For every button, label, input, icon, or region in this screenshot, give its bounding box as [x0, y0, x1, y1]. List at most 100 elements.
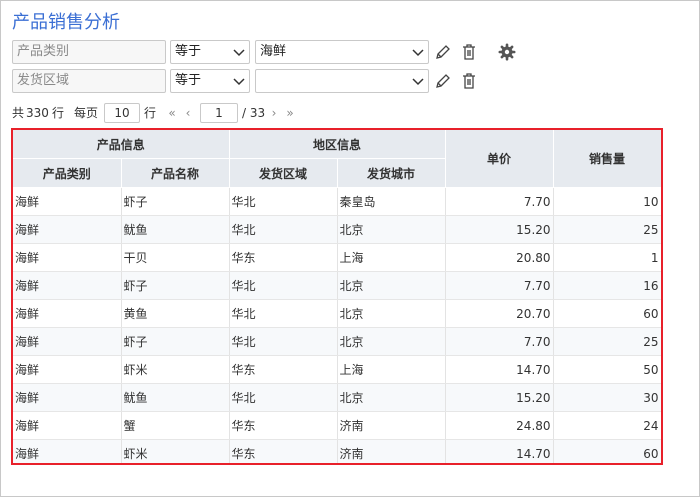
last-page-icon[interactable]: » [284, 102, 296, 124]
cell-sales-volume: 25 [553, 327, 661, 356]
sales-table-container: 产品信息 地区信息 单价 销售量 产品类别 产品名称 发货区域 发货城市 海鲜虾… [11, 128, 663, 465]
first-page-icon[interactable]: « [166, 102, 178, 124]
prev-page-icon[interactable]: ‹ [182, 102, 194, 124]
chevron-down-icon [233, 78, 245, 86]
cell-ship-region: 华东 [229, 411, 338, 440]
cell-unit-price: 7.70 [445, 327, 554, 356]
header-unit-price[interactable]: 单价 [445, 130, 554, 188]
cell-sales-volume: 60 [553, 299, 661, 328]
cell-product-name: 虾米 [121, 439, 230, 463]
cell-sales-volume: 24 [553, 411, 661, 440]
filter-operator-region[interactable]: 等于 [170, 69, 250, 93]
filter-value-region[interactable] [255, 69, 429, 93]
pager-per-page-label: 每页 [74, 106, 99, 120]
cell-unit-price: 7.70 [445, 271, 554, 300]
cell-ship-city: 济南 [337, 411, 446, 440]
cell-unit-price: 14.70 [445, 439, 554, 463]
filter-field-category[interactable]: 产品类别 [12, 40, 166, 64]
cell-ship-region: 华北 [229, 327, 338, 356]
cell-unit-price: 20.80 [445, 243, 554, 272]
table-row[interactable]: 海鲜 虾子 华北 北京 7.70 16 [13, 271, 661, 300]
cell-ship-city: 秦皇岛 [337, 187, 446, 216]
cell-product-name: 虾子 [121, 327, 230, 356]
cell-sales-volume: 50 [553, 355, 661, 384]
table-row[interactable]: 海鲜 虾米 华东 济南 14.70 60 [13, 439, 661, 463]
cell-product-category: 海鲜 [13, 411, 122, 440]
filter-operator-category[interactable]: 等于 [170, 40, 250, 64]
operator-label: 等于 [175, 73, 202, 88]
cell-ship-region: 华北 [229, 299, 338, 328]
table-row[interactable]: 海鲜 鱿鱼 华北 北京 15.20 30 [13, 383, 661, 412]
pager-total: 330 [26, 106, 49, 120]
table-row[interactable]: 海鲜 虾子 华北 北京 7.70 25 [13, 327, 661, 356]
cell-ship-region: 华北 [229, 187, 338, 216]
cell-product-name: 鱿鱼 [121, 215, 230, 244]
cell-sales-volume: 30 [553, 383, 661, 412]
pager-per-page-unit: 行 [144, 106, 157, 120]
pencil-icon[interactable] [434, 72, 452, 90]
cell-sales-volume: 25 [553, 215, 661, 244]
cell-product-category: 海鲜 [13, 243, 122, 272]
cell-product-category: 海鲜 [13, 187, 122, 216]
group-header-product: 产品信息 [13, 130, 230, 159]
cell-product-name: 干贝 [121, 243, 230, 272]
chevron-down-icon [412, 78, 424, 86]
cell-unit-price: 7.70 [445, 187, 554, 216]
cell-ship-city: 北京 [337, 299, 446, 328]
table-body: 海鲜 虾子 华北 秦皇岛 7.70 10 海鲜 鱿鱼 华北 北京 15.20 25 海鲜 干贝 华东 上海 20… [13, 187, 661, 463]
table-row[interactable]: 海鲜蟹华东 济南 24.80 24 [13, 411, 661, 440]
trash-icon[interactable] [460, 72, 478, 90]
filter-value-category[interactable]: 海鲜 [255, 40, 429, 64]
pager-total-prefix: 共 [12, 106, 25, 120]
cell-product-category: 海鲜 [13, 439, 122, 463]
header-sales-volume[interactable]: 销售量 [553, 130, 661, 188]
table-row[interactable]: 海鲜 干贝 华东 上海 20.80 1 [13, 243, 661, 272]
cell-sales-volume: 60 [553, 439, 661, 463]
group-header-region: 地区信息 [229, 130, 446, 159]
cell-product-category: 海鲜 [13, 383, 122, 412]
table-row[interactable]: 海鲜 鱿鱼 华北 北京 15.20 25 [13, 215, 661, 244]
cell-unit-price: 15.20 [445, 383, 554, 412]
cell-product-name: 虾子 [121, 187, 230, 216]
per-page-input[interactable]: 10 [104, 103, 140, 123]
table-row[interactable]: 海鲜 黄鱼 华北 北京 20.70 60 [13, 299, 661, 328]
cell-product-name: 虾子 [121, 271, 230, 300]
cell-ship-city: 北京 [337, 327, 446, 356]
cell-unit-price: 15.20 [445, 215, 554, 244]
cell-ship-city: 上海 [337, 243, 446, 272]
cell-sales-volume: 1 [553, 243, 661, 272]
cell-product-category: 海鲜 [13, 215, 122, 244]
header-product-name[interactable]: 产品名称 [121, 158, 230, 188]
cell-product-name: 蟹 [121, 411, 230, 440]
cell-product-category: 海鲜 [13, 327, 122, 356]
next-page-icon[interactable]: › [268, 102, 280, 124]
header-ship-city[interactable]: 发货城市 [337, 158, 446, 188]
cell-product-name: 黄鱼 [121, 299, 230, 328]
pager-total-pages: / 33 [242, 106, 266, 120]
trash-icon[interactable] [460, 43, 478, 61]
value-label: 海鲜 [260, 44, 287, 59]
page-title: 产品销售分析 [12, 12, 120, 33]
cell-product-category: 海鲜 [13, 271, 122, 300]
cell-ship-city: 北京 [337, 383, 446, 412]
table-row[interactable]: 海鲜 虾米 华东 上海 14.70 50 [13, 355, 661, 384]
cell-ship-region: 华北 [229, 215, 338, 244]
filter-field-region[interactable]: 发货区域 [12, 69, 166, 93]
header-product-category[interactable]: 产品类别 [13, 158, 122, 188]
cell-ship-region: 华东 [229, 355, 338, 384]
current-page-input[interactable]: 1 [200, 103, 238, 123]
cell-ship-city: 济南 [337, 439, 446, 463]
cell-product-name: 虾米 [121, 355, 230, 384]
chevron-down-icon [412, 49, 424, 57]
cell-ship-region: 华北 [229, 383, 338, 412]
pencil-icon[interactable] [434, 43, 452, 61]
cell-product-name: 鱿鱼 [121, 383, 230, 412]
cell-unit-price: 24.80 [445, 411, 554, 440]
chevron-down-icon [233, 49, 245, 57]
cell-product-category: 海鲜 [13, 299, 122, 328]
cell-unit-price: 14.70 [445, 355, 554, 384]
gear-icon[interactable] [498, 43, 516, 61]
header-ship-region[interactable]: 发货区域 [229, 158, 338, 188]
cell-unit-price: 20.70 [445, 299, 554, 328]
table-row[interactable]: 海鲜 虾子 华北 秦皇岛 7.70 10 [13, 187, 661, 216]
